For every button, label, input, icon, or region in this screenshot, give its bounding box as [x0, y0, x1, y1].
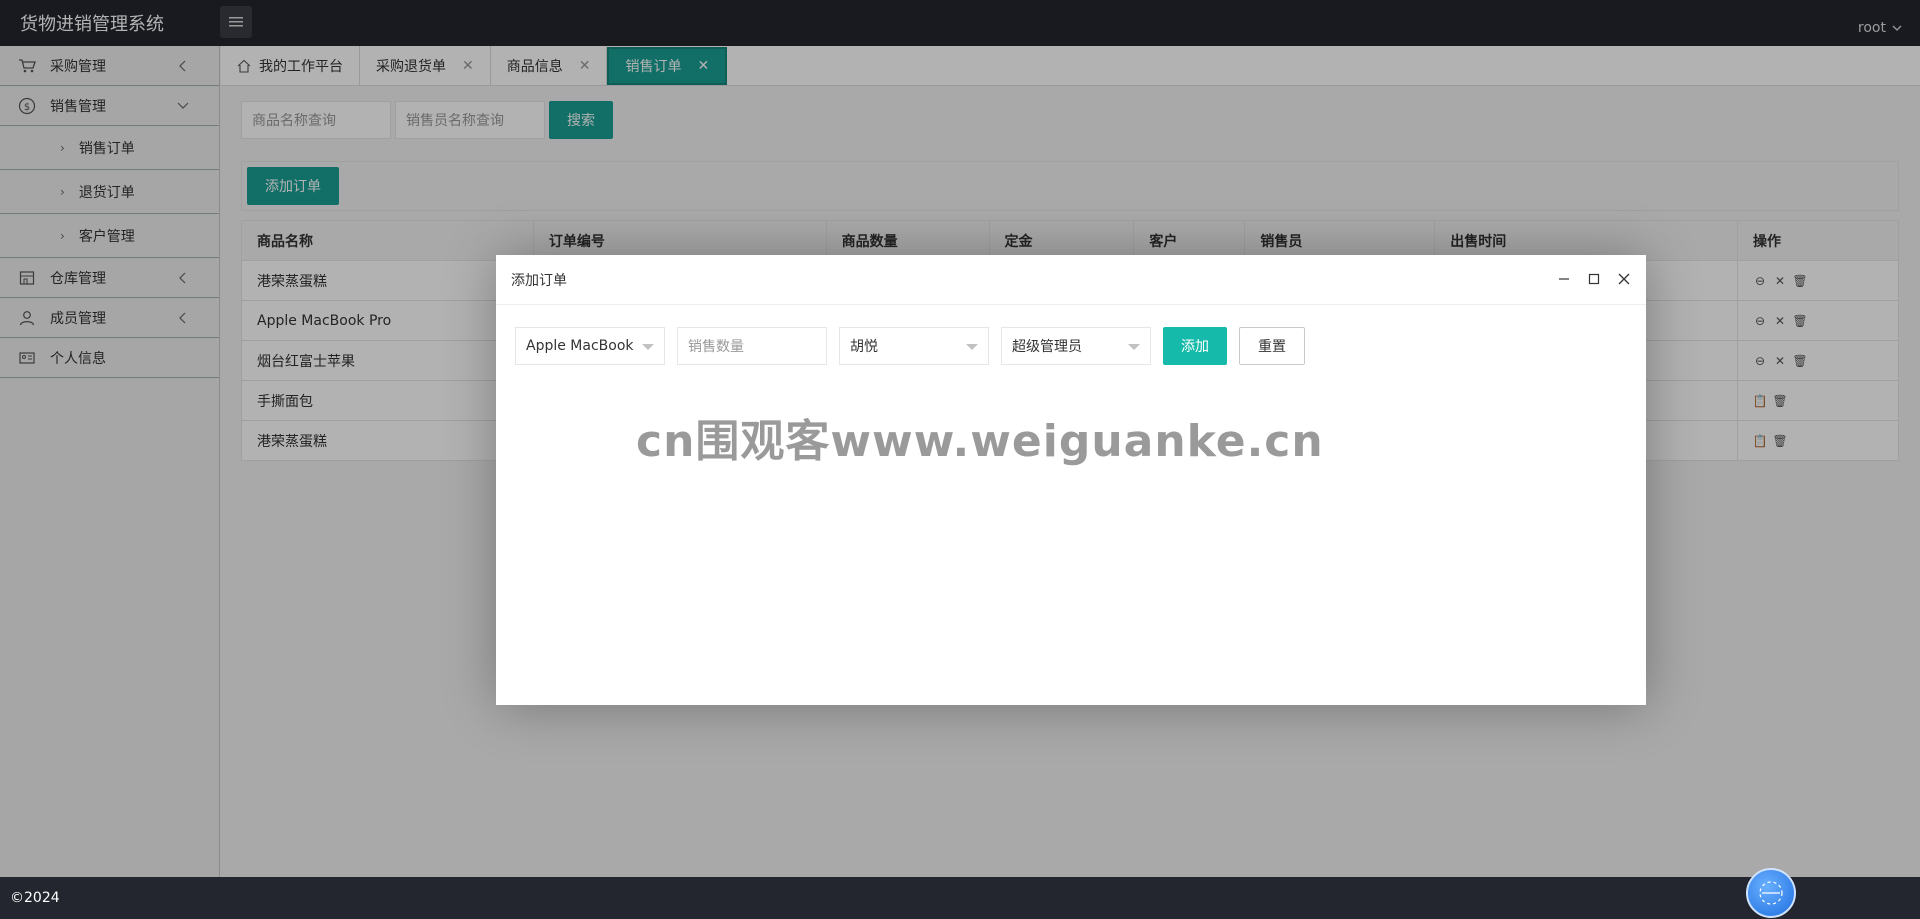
caret-down-icon	[1128, 344, 1140, 350]
copyright: ©2024	[10, 890, 60, 906]
quantity-input[interactable]: 销售数量	[677, 327, 827, 365]
seller-select[interactable]: 超级管理员	[1001, 327, 1151, 365]
order-form: Apple MacBook Pro 销售数量 胡悦 超级管理员 添加 重置	[515, 327, 1305, 365]
customer-select-value: 胡悦	[850, 339, 878, 355]
maximize-icon[interactable]	[1586, 271, 1602, 287]
caret-down-icon	[642, 344, 654, 350]
dialog-header: 添加订单	[496, 255, 1646, 305]
caret-down-icon	[966, 344, 978, 350]
add-button[interactable]: 添加	[1163, 327, 1227, 365]
compass-icon	[1759, 881, 1783, 905]
reset-button[interactable]: 重置	[1239, 327, 1305, 365]
dialog-title: 添加订单	[511, 272, 567, 289]
add-order-dialog: 添加订单 Apple MacBook Pro 销售数量 胡悦 超级管理员 添加 …	[496, 255, 1646, 705]
dialog-controls	[1556, 271, 1632, 287]
watermark: cn围观客www.weiguanke.cn	[636, 416, 1324, 467]
footer: ©2024	[0, 877, 1920, 919]
minimize-icon[interactable]	[1556, 271, 1572, 287]
customer-select[interactable]: 胡悦	[839, 327, 989, 365]
floating-assistant-button[interactable]	[1746, 868, 1796, 918]
seller-select-value: 超级管理员	[1012, 339, 1082, 355]
product-select-value: Apple MacBook Pro	[526, 338, 638, 354]
close-icon[interactable]	[1616, 271, 1632, 287]
product-select[interactable]: Apple MacBook Pro	[515, 327, 665, 365]
